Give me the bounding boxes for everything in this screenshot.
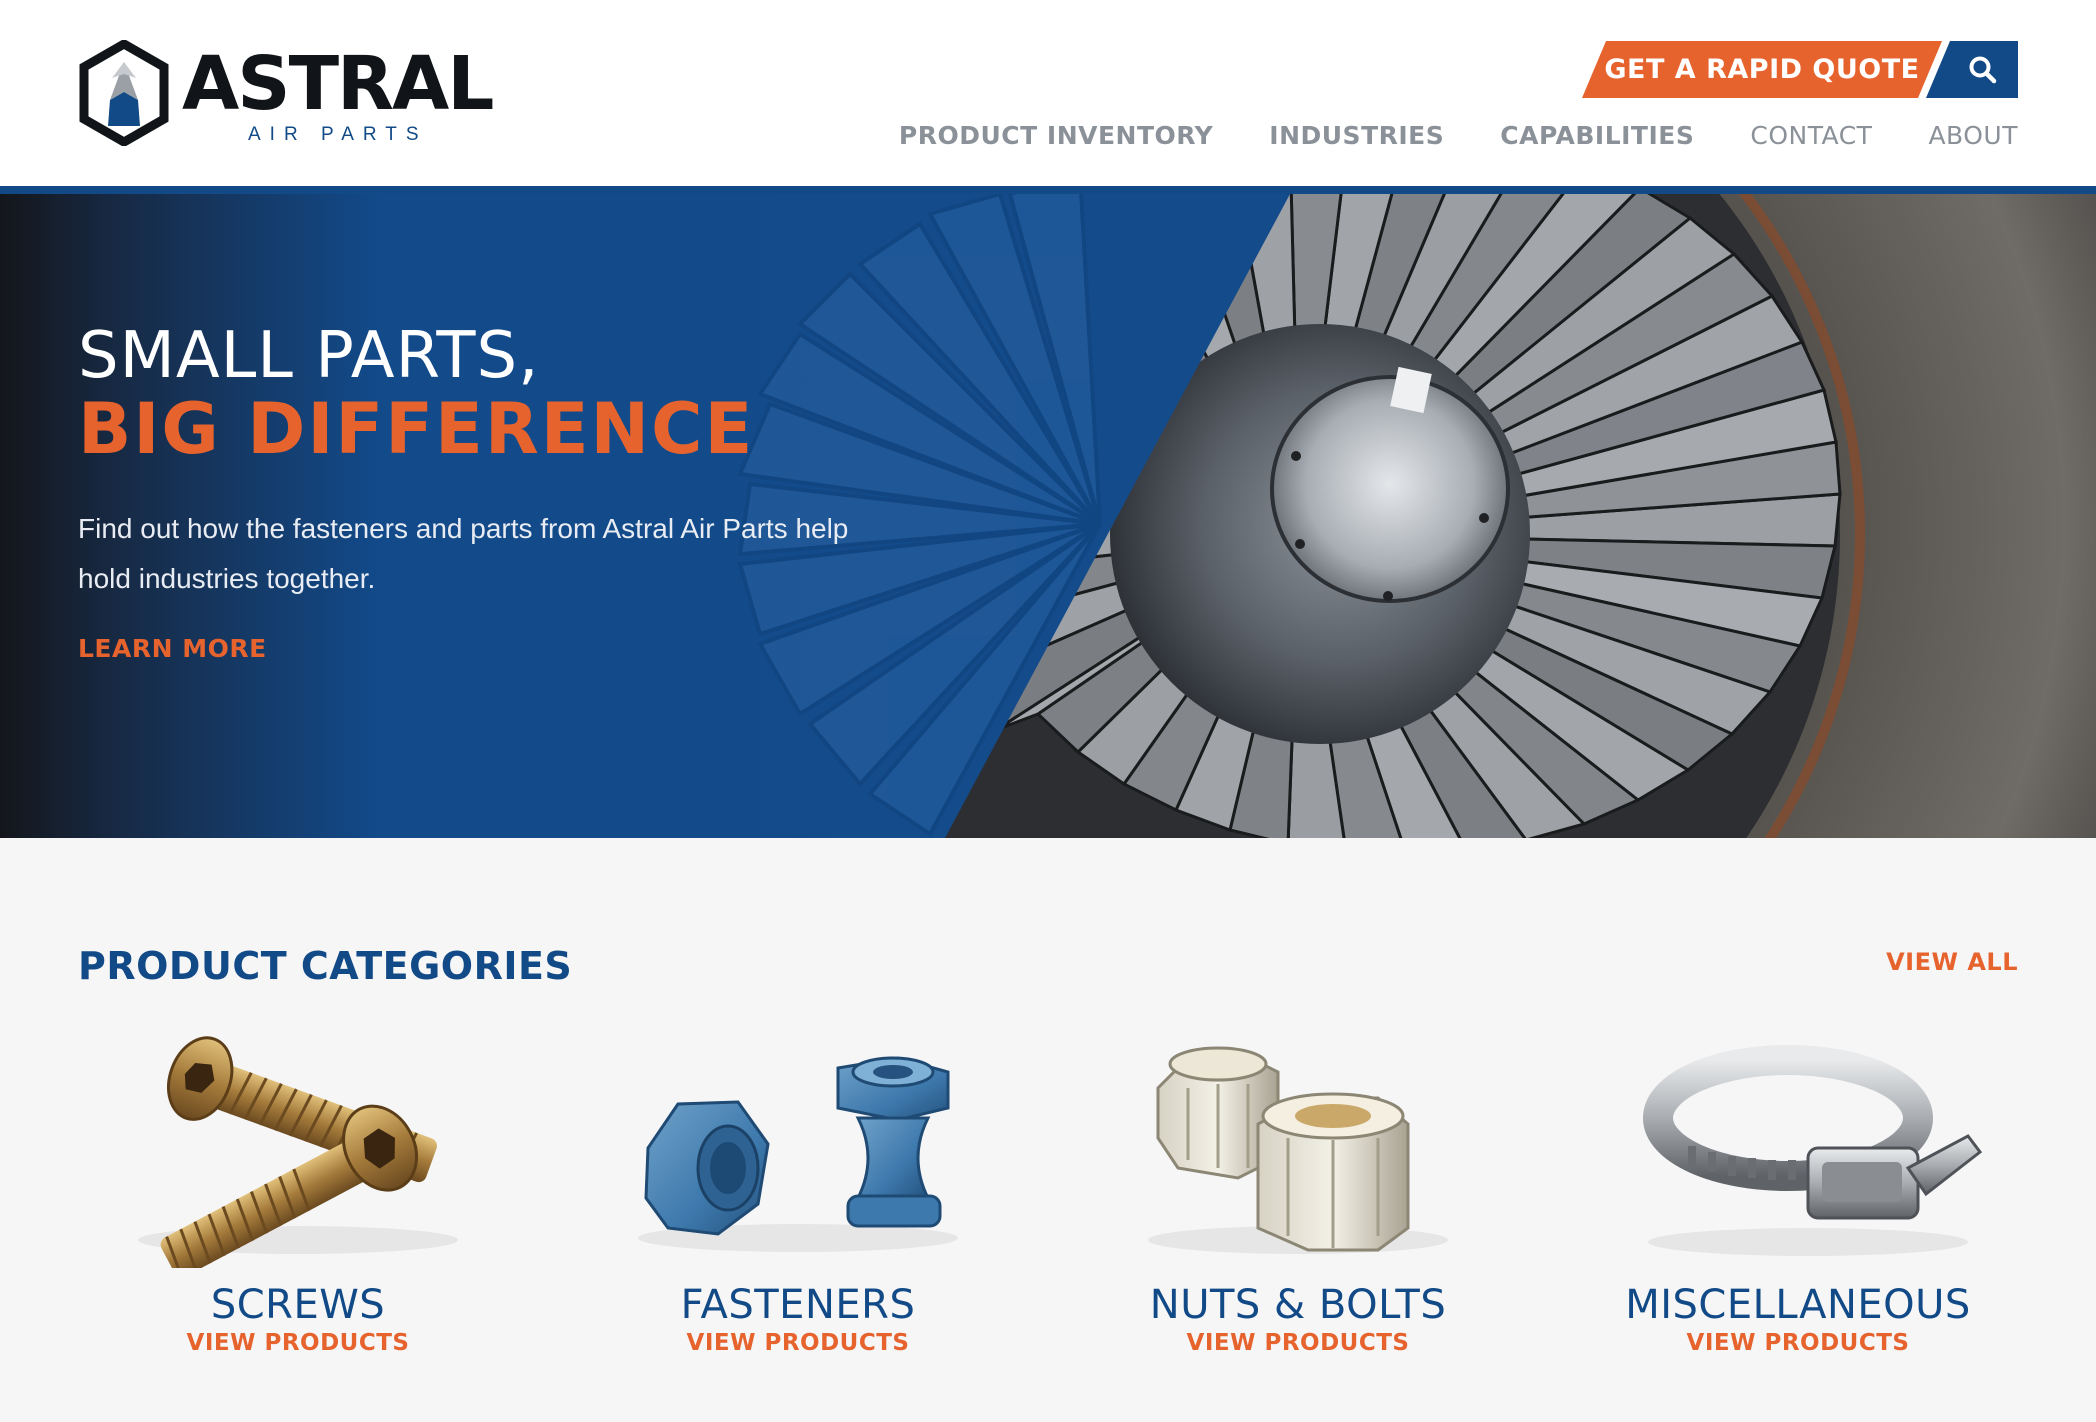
view-all-link[interactable]: VIEW ALL [1886,948,2018,976]
hero-title-line1: SMALL PARTS, [78,319,540,393]
nav-capabilities[interactable]: CAPABILITIES [1500,118,1694,154]
hero-banner: SMALL PARTS, BIG DIFFERENCE Find out how… [0,194,2096,838]
hose-clamp-image-icon [1643,1045,1983,1256]
logo[interactable]: ASTRAL AIR PARTS [78,40,498,150]
product-categories-section: PRODUCT CATEGORIES VIEW ALL SCREWS VIEW … [0,838,2096,1422]
logo-subtitle: AIR PARTS [248,124,428,145]
view-products-link[interactable]: VIEW PRODUCTS [1578,1328,2018,1358]
category-card-miscellaneous[interactable]: MISCELLANEOUS VIEW PRODUCTS [1578,1028,2018,1418]
view-products-link[interactable]: VIEW PRODUCTS [78,1328,518,1358]
category-card-nuts-bolts[interactable]: NUTS & BOLTS VIEW PRODUCTS [1078,1028,1518,1418]
hero-description: Find out how the fasteners and parts fro… [78,513,849,594]
hexagon-logo-icon [79,40,169,146]
section-title: PRODUCT CATEGORIES [78,944,573,988]
view-products-link[interactable]: VIEW PRODUCTS [1078,1328,1518,1358]
nav-contact[interactable]: CONTACT [1750,118,1872,154]
search-button[interactable] [1926,41,2018,98]
category-name: SCREWS [210,1282,386,1328]
learn-more-link[interactable]: LEARN MORE [78,634,267,663]
category-card-fasteners[interactable]: FASTENERS VIEW PRODUCTS [578,1028,1018,1418]
hero-title-line2: BIG DIFFERENCE [78,388,755,470]
screws-image-icon [138,1036,458,1268]
category-name: MISCELLANEOUS [1625,1282,1971,1328]
category-name: FASTENERS [680,1282,916,1328]
site-header: ASTRAL AIR PARTS GET A RAPID QUOTE PRODU… [0,0,2096,186]
main-nav: PRODUCT INVENTORY INDUSTRIES CAPABILITIE… [843,118,2018,154]
fasteners-image-icon [638,1056,958,1252]
category-name: NUTS & BOLTS [1149,1282,1447,1328]
view-products-link[interactable]: VIEW PRODUCTS [578,1328,1018,1358]
category-card-screws[interactable]: SCREWS VIEW PRODUCTS [78,1028,518,1418]
header-divider [0,186,2096,194]
rapid-quote-button[interactable]: GET A RAPID QUOTE [1582,41,1942,98]
nav-industries[interactable]: INDUSTRIES [1269,118,1444,154]
nav-about[interactable]: ABOUT [1928,118,2018,154]
logo-wordmark: ASTRAL [182,41,494,127]
nav-product-inventory[interactable]: PRODUCT INVENTORY [899,118,1213,154]
nuts-bolts-image-icon [1148,1046,1448,1254]
search-icon [1969,56,1997,83]
